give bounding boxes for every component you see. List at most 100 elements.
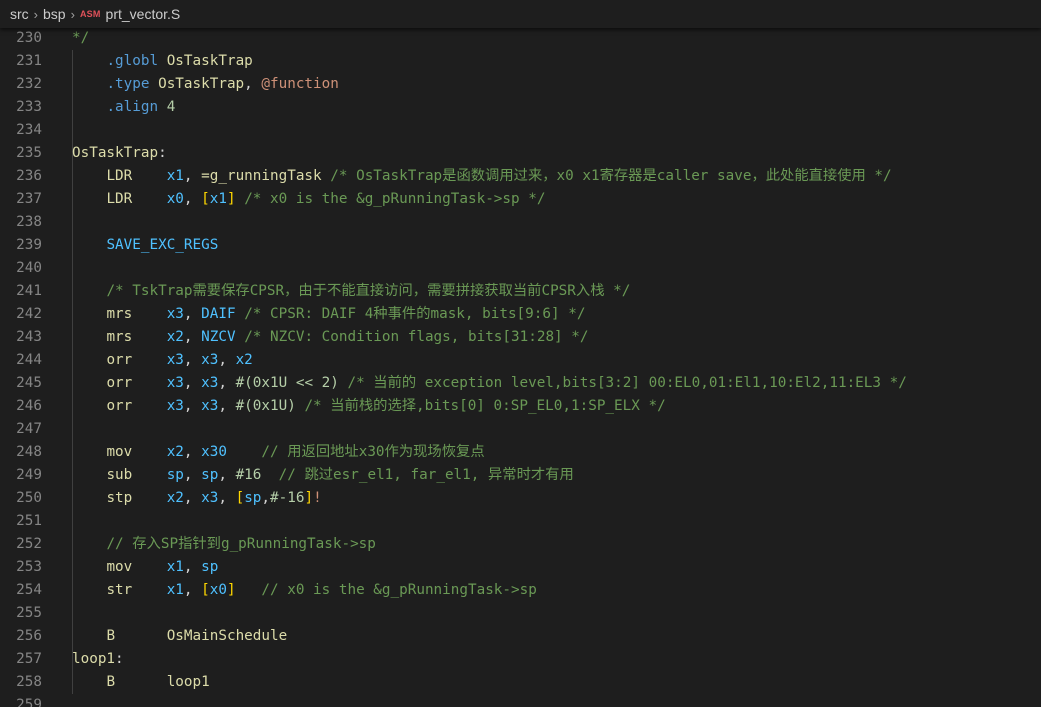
code-line[interactable]: 254 str x1, [x0] // x0 is the &g_pRunnin… <box>0 579 1041 602</box>
code-token: , <box>261 490 271 506</box>
code-line[interactable]: 250 stp x2, x3, [sp,#-16]! <box>0 487 1041 510</box>
code-token: x0 <box>209 582 227 598</box>
line-code: SAVE_EXC_REGS <box>72 234 218 257</box>
line-code: B loop1 <box>72 671 209 694</box>
code-line[interactable]: 230 */ <box>0 28 1041 50</box>
code-line[interactable]: 236 LDR x1, =g_runningTask /* OsTaskTrap… <box>0 165 1041 188</box>
code-token: , <box>183 582 202 598</box>
code-line[interactable]: 239 SAVE_EXC_REGS <box>0 234 1041 257</box>
breadcrumb-file-name[interactable]: prt_vector.S <box>106 6 181 22</box>
line-number: 244 <box>16 352 42 368</box>
code-line[interactable]: 249 sub sp, sp, #16 // 跳过esr_el1, far_el… <box>0 464 1041 487</box>
code-token: OsMainSchedule <box>166 628 288 644</box>
line-code: .type OsTaskTrap, @function <box>72 73 339 96</box>
code-token: x0 <box>166 191 184 207</box>
code-editor[interactable]: 230 */231 .globl OsTaskTrap 232 .type OsTa… <box>0 28 1041 707</box>
line-code: B OsMainSchedule <box>72 625 287 648</box>
code-line[interactable]: 257 loop1: <box>0 648 1041 671</box>
code-line[interactable]: 240 <box>0 257 1041 280</box>
code-line[interactable]: 237 LDR x0, [x1] /* x0 is the &g_pRunnin… <box>0 188 1041 211</box>
code-token: x1 <box>166 559 184 575</box>
line-number: 242 <box>16 306 42 322</box>
code-line[interactable]: 256 B OsMainSchedule <box>0 625 1041 648</box>
code-token: NZCV <box>201 329 236 345</box>
chevron-right-icon: › <box>33 6 39 22</box>
code-token: mov <box>106 559 133 575</box>
code-token: x3 <box>166 306 184 322</box>
code-token: loop1 <box>72 651 116 667</box>
code-token: LDR <box>106 168 133 184</box>
line-number: 252 <box>16 536 42 552</box>
code-line[interactable]: 241 /* TskTrap需要保存CPSR，由于不能直接访问，需要拼接获取当前… <box>0 280 1041 303</box>
asm-file-icon: ASM <box>79 9 101 19</box>
code-line[interactable]: 243 mrs x2, NZCV /* NZCV: Condition flag… <box>0 326 1041 349</box>
line-number: 259 <box>16 697 42 707</box>
code-line[interactable]: 247 <box>0 418 1041 441</box>
code-token: , <box>218 375 236 391</box>
code-line[interactable]: 251 <box>0 510 1041 533</box>
breadcrumb-item-src[interactable]: src <box>10 6 29 22</box>
line-code: LDR x0, [x1] /* x0 is the &g_pRunningTas… <box>72 188 545 211</box>
line-number: 245 <box>16 375 42 391</box>
code-line[interactable]: 248 mov x2, x30 // 用返回地址x30作为现场恢复点 <box>0 441 1041 464</box>
line-code: OsTaskTrap: <box>72 142 167 165</box>
code-line[interactable]: 246 orr x3, x3, #(0x1U) /* 当前栈的选择,bits[0… <box>0 395 1041 418</box>
line-number: 234 <box>16 122 42 138</box>
line-number: 254 <box>16 582 42 598</box>
line-code: /* TskTrap需要保存CPSR，由于不能直接访问，需要拼接获取当前CPSR… <box>72 280 630 303</box>
code-token: 4 <box>166 99 176 115</box>
line-number: 235 <box>16 145 42 161</box>
breadcrumb-item-bsp[interactable]: bsp <box>43 6 66 22</box>
code-line[interactable]: 245 orr x3, x3, #(0x1U << 2) /* 当前的 exce… <box>0 372 1041 395</box>
code-token: stp <box>106 490 133 506</box>
line-number: 253 <box>16 559 42 575</box>
code-token: , <box>183 559 202 575</box>
line-number: 249 <box>16 467 42 483</box>
code-line[interactable]: 238 <box>0 211 1041 234</box>
code-line[interactable]: 233 .align 4 <box>0 96 1041 119</box>
code-token: ] <box>226 582 236 598</box>
code-line[interactable]: 255 <box>0 602 1041 625</box>
code-line[interactable]: 244 orr x3, x3, x2 <box>0 349 1041 372</box>
code-token: @function <box>261 76 339 92</box>
code-token: , <box>183 306 202 322</box>
code-token: DAIF <box>201 306 236 322</box>
code-token: x2 <box>235 352 253 368</box>
code-line[interactable]: 258 B loop1 <box>0 671 1041 694</box>
code-token: .globl <box>106 53 159 69</box>
code-token: orr <box>106 352 133 368</box>
code-line[interactable]: 252 // 存入SP指针到g_pRunningTask->sp <box>0 533 1041 556</box>
code-token: [ <box>235 490 245 506</box>
chevron-right-icon: › <box>70 6 75 22</box>
code-line[interactable]: 259 <box>0 694 1041 707</box>
code-line[interactable]: 234 <box>0 119 1041 142</box>
line-code: mov x2, x30 // 用返回地址x30作为现场恢复点 <box>72 441 484 464</box>
code-token: x30 <box>201 444 227 460</box>
code-token: /* x0 is the &g_pRunningTask->sp */ <box>244 191 546 207</box>
code-token: /* 当前栈的选择,bits[0] 0:SP_EL0,1:SP_ELX */ <box>304 398 666 414</box>
code-line[interactable]: 231 .globl OsTaskTrap <box>0 50 1041 73</box>
code-token: B <box>106 628 116 644</box>
code-line[interactable]: 232 .type OsTaskTrap, @function <box>0 73 1041 96</box>
code-token: #-16 <box>270 490 305 506</box>
code-line[interactable]: 242 mrs x3, DAIF /* CPSR: DAIF 4种事件的mask… <box>0 303 1041 326</box>
code-line[interactable]: 253 mov x1, sp <box>0 556 1041 579</box>
code-token: mrs <box>106 329 133 345</box>
code-line[interactable]: 235 OsTaskTrap: <box>0 142 1041 165</box>
code-token: : <box>115 651 124 667</box>
